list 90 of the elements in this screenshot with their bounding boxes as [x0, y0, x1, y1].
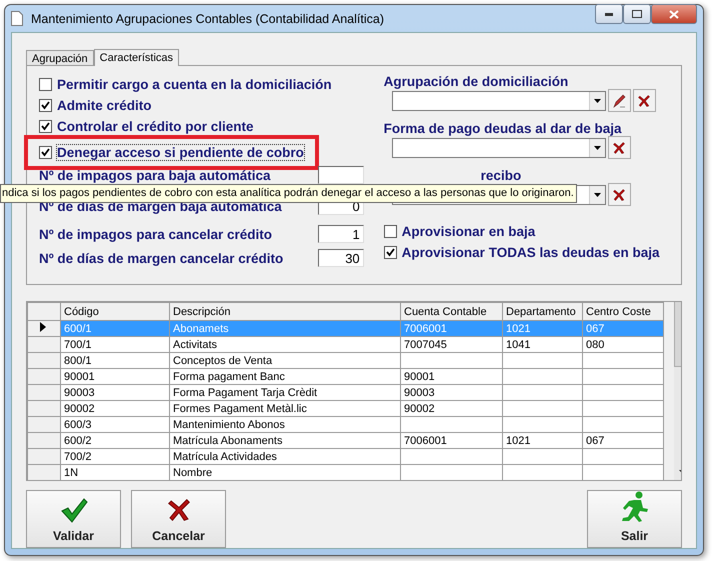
tab[interactable]: Características	[94, 49, 180, 66]
table-cell: 90001	[400, 368, 502, 384]
checkbox-label: Permitir cargo a cuenta en la domiciliación	[57, 77, 332, 92]
field-label: Nº de impagos para baja automática	[39, 168, 270, 182]
dropdown-field[interactable]	[392, 91, 606, 111]
dropdown-arrow-icon[interactable]	[594, 99, 601, 103]
action-button[interactable]: Salir	[587, 490, 682, 548]
table-cell: Forma pagament Banc	[170, 368, 400, 384]
table-cell: Activitats	[170, 336, 400, 352]
column-header[interactable]: Código	[60, 302, 170, 320]
checkbox[interactable]	[384, 225, 397, 238]
checkbox[interactable]	[39, 78, 52, 91]
column-header[interactable]: Descripción	[170, 302, 400, 320]
cross-icon	[612, 188, 626, 202]
close-button[interactable]	[651, 4, 697, 24]
window-title: Mantenimiento Agrupaciones Contables (Contabilidad Analítica)	[31, 12, 385, 26]
row-selector[interactable]	[28, 320, 60, 336]
checkbox-label: Denegar acceso si pendiente de cobro	[57, 145, 304, 160]
column-header[interactable]: Centro Coste	[582, 302, 664, 320]
field-label: Agrupación de domiciliación	[384, 74, 570, 89]
number-field[interactable]: 30	[318, 249, 364, 267]
running-figure-icon	[620, 491, 650, 523]
table-cell: Formes Pagament Metàl.lic	[170, 400, 400, 416]
dropdown-field[interactable]	[392, 138, 606, 158]
number-field[interactable]	[318, 166, 364, 184]
table-cell: Forma Pagament Tarja Crèdit	[170, 384, 400, 400]
checkbox[interactable]	[384, 246, 397, 259]
pencil-icon	[612, 92, 626, 108]
checkbox-label: Controlar el crédito por cliente	[57, 119, 254, 134]
maximize-button[interactable]	[623, 4, 651, 24]
clear-button[interactable]	[608, 136, 631, 159]
field-label: Nº de impagos para cancelar crédito	[39, 226, 272, 242]
column-header[interactable]: Departamento	[502, 302, 582, 320]
clear-button[interactable]	[632, 89, 656, 112]
checkmark-icon	[60, 497, 88, 523]
checkbox-label: Aprovisionar en baja	[402, 224, 536, 239]
checkbox[interactable]	[39, 99, 52, 112]
checkbox[interactable]	[39, 146, 52, 159]
table-cell: 600/3	[60, 416, 170, 432]
table-cell: 90003	[400, 384, 502, 400]
close-icon	[669, 10, 679, 18]
cross-icon	[166, 497, 192, 523]
field-label: recibo	[480, 168, 522, 183]
table-cell: Matrícula Actividades	[170, 448, 400, 464]
checkbox-label: Aprovisionar TODAS las deudas en baja	[402, 245, 660, 260]
number-field[interactable]: 1	[318, 225, 364, 243]
tooltip: ndica si los pagos pendientes de cobro con esta analítica podrán denegar el acceso a las personas que lo originaron.	[0, 184, 577, 203]
cross-icon	[612, 140, 626, 154]
table-cell: 1N	[60, 464, 170, 480]
minimize-icon	[605, 12, 613, 16]
dropdown-arrow-icon[interactable]	[594, 193, 601, 197]
action-button[interactable]: Cancelar	[131, 490, 226, 548]
table-cell: 067	[582, 320, 664, 336]
field-label: Forma de pago deudas al dar de baja	[384, 121, 623, 136]
table-cell: Nombre	[170, 464, 400, 480]
table-cell: 700/1	[60, 336, 170, 352]
table-cell: Abonamets	[170, 320, 400, 336]
document-icon	[11, 11, 23, 26]
table-cell: 1041	[502, 336, 582, 352]
table-cell: 7006001	[400, 320, 502, 336]
table-cell: 90002	[60, 400, 170, 416]
table-cell: Mantenimiento Abonos	[170, 416, 400, 432]
action-button[interactable]: Validar	[26, 490, 121, 548]
table-cell: 800/1	[60, 352, 170, 368]
checkbox[interactable]	[39, 120, 52, 133]
table-cell: 080	[582, 336, 664, 352]
table-cell: 1021	[502, 320, 582, 336]
field-label: Nº de días de margen cancelar crédito	[39, 250, 284, 266]
table-cell: 90001	[60, 368, 170, 384]
table-cell: 90003	[60, 384, 170, 400]
tab[interactable]: Agrupación	[26, 50, 94, 65]
table-cell: Matrícula Abonaments	[170, 432, 400, 448]
row-pointer-icon	[40, 322, 46, 332]
table-cell: 1021	[502, 432, 582, 448]
table-cell: 7006001	[400, 432, 502, 448]
cross-icon	[637, 94, 652, 108]
minimize-button[interactable]	[595, 4, 623, 24]
edit-button[interactable]	[608, 89, 631, 112]
checkbox-label: Admite crédito	[57, 98, 152, 113]
table-cell: 067	[582, 432, 664, 448]
table-cell: 90002	[400, 400, 502, 416]
dropdown-arrow-icon[interactable]	[594, 146, 601, 150]
clear-button[interactable]	[608, 183, 631, 206]
table-cell: 7007045	[400, 336, 502, 352]
table-cell: 600/2	[60, 432, 170, 448]
table-cell: 700/2	[60, 448, 170, 464]
table-cell: 600/1	[60, 320, 170, 336]
column-header[interactable]: Cuenta Contable	[400, 302, 502, 320]
maximize-icon	[632, 10, 642, 18]
table-cell: Conceptos de Venta	[170, 352, 400, 368]
